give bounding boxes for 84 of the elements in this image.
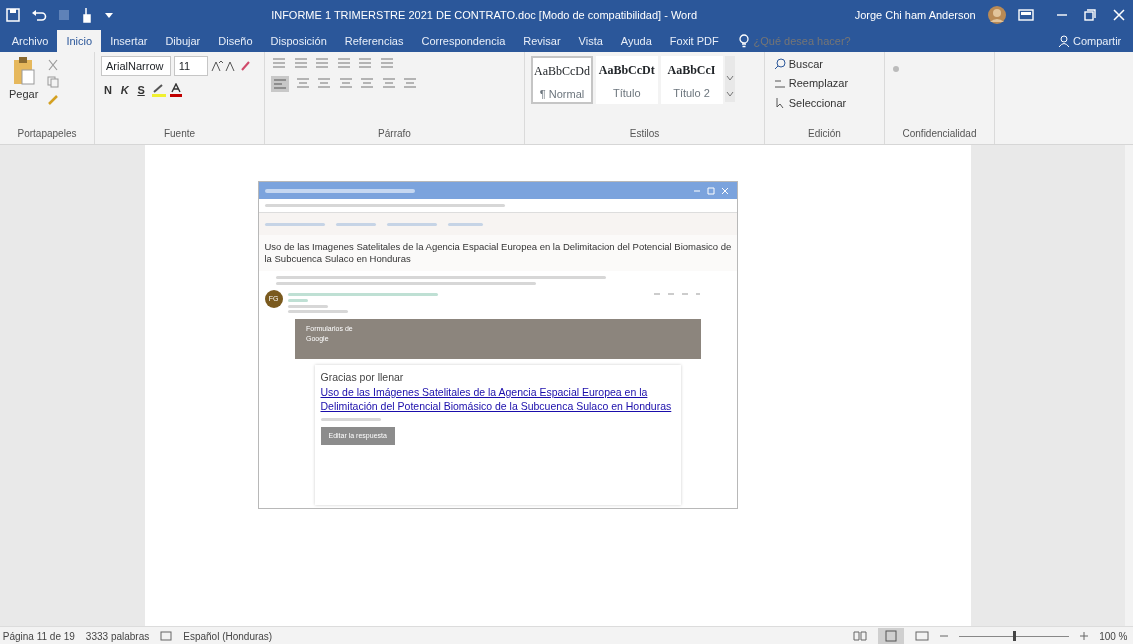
ribbon-tab[interactable]: Dibujar (156, 30, 210, 52)
font-name-field[interactable]: ArialNarrow (101, 56, 171, 76)
ribbon-tab[interactable]: Foxit PDF (660, 30, 728, 52)
read-mode-icon[interactable] (853, 631, 868, 641)
close-icon[interactable] (1112, 9, 1125, 21)
style-name: Título (612, 85, 642, 101)
paste-button[interactable]: Pegar (6, 56, 42, 126)
cursor-icon (774, 96, 786, 109)
ribbon-tab[interactable]: Archivo (2, 30, 58, 52)
ribbon-tab[interactable]: Inicio (57, 30, 102, 52)
style-name: Título 2 (672, 85, 711, 101)
ribbon-tab[interactable]: Revisar (514, 30, 570, 52)
person-icon (1058, 35, 1071, 47)
share-button[interactable]: Compartir (1049, 30, 1131, 52)
style-preview: AaBbCcDt (597, 62, 656, 79)
style-tile[interactable]: AaBbCcDt Título (595, 56, 658, 104)
style-name: ¶ Normal (538, 86, 586, 102)
word-count[interactable]: 3333 palabras (85, 628, 150, 644)
style-tile[interactable]: AaBbCcDd ¶ Normal (531, 56, 593, 104)
form-link[interactable]: Uso de las Imágenes Satelitales de la Agencia Espacial Europea en la Delimitación del Potencial Biomásico de la Subcuenca Sulaco en Honduras (320, 384, 676, 413)
touch-mode-icon[interactable] (80, 7, 93, 23)
illegible-text (320, 418, 381, 422)
highlight-icon[interactable] (150, 82, 167, 97)
group-label: Edición (807, 127, 842, 141)
clipboard-icon (11, 56, 36, 86)
zoom-out-icon[interactable] (940, 632, 949, 640)
illegible-text (264, 222, 325, 226)
language-label[interactable]: Español (Honduras) (183, 628, 273, 644)
align-left-icon[interactable] (271, 75, 289, 92)
illegible-text (335, 222, 376, 226)
avatar-icon[interactable] (986, 5, 1007, 25)
format-button[interactable]: N (101, 81, 115, 98)
clear-format-icon[interactable] (240, 60, 252, 72)
thanks-text: Gracias por llenar (320, 371, 404, 384)
ribbon-tab[interactable]: Vista (569, 30, 612, 52)
ribbon-tab[interactable]: Referencias (335, 30, 413, 52)
copy-icon[interactable] (46, 76, 59, 89)
ribbon-display-icon[interactable] (1017, 9, 1034, 21)
undo-icon[interactable] (30, 8, 47, 22)
group-label: Confidencialidad (901, 127, 978, 141)
style-preview: AaBbCcDd (533, 63, 591, 80)
zoom-thumb[interactable] (1013, 630, 1017, 641)
tell-me-field[interactable]: ¿Qué desea hacer? (751, 31, 862, 51)
group-label: Párrafo (377, 127, 412, 141)
ribbon-tab[interactable]: Disposición (261, 30, 336, 52)
email-subject: Uso de las Imagenes Satelitales de la Agencia Espacial Europea en la Delimitacion del Potencial Biomasico de la Subcuenca Sulaco en Honduras (259, 235, 737, 271)
font-size-field[interactable]: 11 (173, 56, 208, 76)
search-icon (774, 58, 786, 71)
group-label: Estilos (628, 127, 661, 141)
ribbon-tab[interactable]: Insertar (101, 30, 157, 52)
illegible-text (447, 222, 483, 226)
page-count[interactable]: Página 11 de 19 (2, 628, 75, 644)
ribbon-tab[interactable]: Correspondencia (412, 30, 515, 52)
customize-caret-icon[interactable] (103, 11, 114, 19)
format-painter-icon[interactable] (46, 93, 59, 106)
sensitivity-icon (891, 64, 901, 74)
illegible-text (288, 310, 348, 314)
window-title: INFORME 1 TRIMERSTRE 2021 DE CONTRATO.doc [Modo de compatibilidad] - Word (270, 7, 698, 23)
font-color-icon[interactable] (169, 82, 184, 97)
editing-button[interactable]: Seleccionar (771, 94, 850, 111)
group-label: Portapapeles (16, 127, 78, 141)
illegible-text (386, 222, 437, 226)
format-button[interactable]: K (117, 81, 132, 98)
editing-button[interactable]: Buscar (771, 56, 826, 73)
zoom-level[interactable]: 100 % (1099, 628, 1128, 644)
save-icon[interactable] (5, 8, 20, 22)
grow-font-icon[interactable] (210, 60, 223, 72)
format-button[interactable]: S (134, 81, 148, 98)
print-layout-icon[interactable] (878, 628, 905, 644)
web-layout-icon[interactable] (915, 631, 930, 641)
illegible-text (288, 304, 328, 308)
user-name[interactable]: Jorge Chi ham Anderson (854, 6, 976, 24)
ribbon-tab[interactable]: Diseño (209, 30, 262, 52)
zoom-in-icon[interactable] (1080, 632, 1089, 640)
style-preview: AaBbCcI (666, 62, 717, 79)
group-label: Fuente (162, 127, 197, 141)
ribbon-tab[interactable]: Ayuda (611, 30, 661, 52)
style-tile[interactable]: AaBbCcI Título 2 (660, 56, 723, 104)
gallery-scroll-icon[interactable] (725, 56, 736, 102)
restore-icon[interactable] (1084, 9, 1097, 21)
lightbulb-icon[interactable] (738, 34, 749, 48)
cut-icon[interactable] (46, 58, 59, 71)
proofing-icon[interactable] (160, 631, 173, 641)
editing-button[interactable]: Reemplazar (771, 75, 852, 92)
